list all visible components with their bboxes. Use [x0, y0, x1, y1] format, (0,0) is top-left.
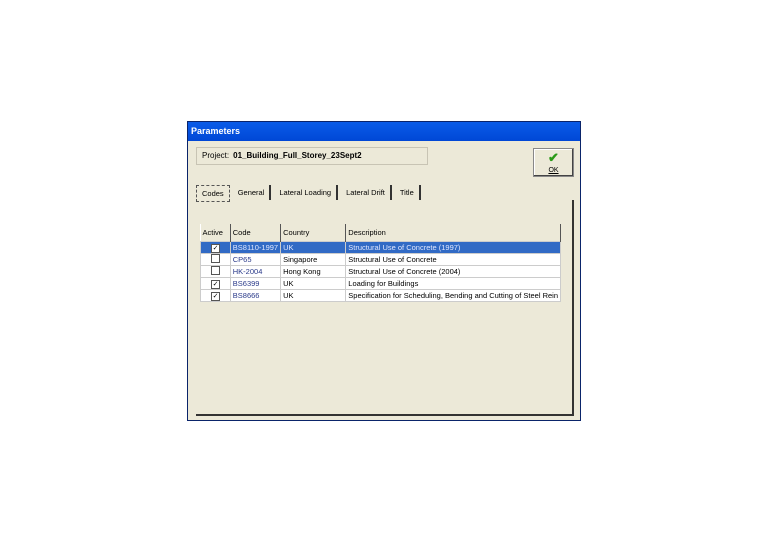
country-cell: UK: [280, 289, 347, 302]
ok-label: OK: [548, 167, 559, 174]
header-active[interactable]: Active: [200, 224, 231, 242]
country-cell: UK: [280, 277, 347, 290]
active-cell: [200, 253, 231, 266]
code-cell: BS8110-1997: [229, 241, 282, 254]
active-checkbox[interactable]: [211, 254, 220, 263]
header-code[interactable]: Code: [230, 224, 282, 242]
tab-lateral-drift[interactable]: Lateral Drift: [341, 185, 392, 200]
project-name: 01_Building_Full_Storey_23Sept2: [233, 151, 362, 160]
table-row[interactable]: ✓ BS8110-1997 UK Structural Use of Concr…: [200, 241, 561, 254]
active-checkbox[interactable]: [211, 266, 220, 275]
project-label: Project:: [202, 151, 230, 160]
country-cell: UK: [280, 241, 347, 254]
tab-title[interactable]: Title: [395, 185, 421, 200]
code-cell: HK-2004: [229, 265, 282, 278]
active-cell: [200, 265, 231, 278]
ok-button[interactable]: ✔ OK: [533, 148, 574, 177]
active-cell: ✓: [200, 289, 231, 302]
table-row[interactable]: ✓ BS8666 UK Specification for Scheduling…: [200, 289, 561, 302]
header-description[interactable]: Description: [345, 224, 561, 242]
codes-panel: Active Code Country Description ✓ BS8110…: [196, 200, 574, 416]
codes-table: Active Code Country Description ✓ BS8110…: [200, 224, 561, 302]
code-cell: CP65: [229, 253, 282, 266]
description-cell: Loading for Buildings: [345, 277, 561, 290]
active-checkbox[interactable]: ✓: [211, 243, 220, 253]
code-cell: BS8666: [229, 289, 282, 302]
tab-general[interactable]: General: [233, 185, 272, 200]
checkmark-icon: ✔: [548, 150, 559, 165]
parameters-dialog: Parameters Project: 01_Building_Full_Stor…: [187, 121, 581, 421]
table-row[interactable]: HK-2004 Hong Kong Structural Use of Conc…: [200, 265, 561, 278]
country-cell: Singapore: [280, 253, 347, 266]
project-box: Project: 01_Building_Full_Storey_23Sept2: [196, 147, 428, 165]
description-cell: Specification for Scheduling, Bending an…: [345, 289, 561, 302]
table-row[interactable]: CP65 Singapore Structural Use of Concret…: [200, 253, 561, 266]
table-row[interactable]: ✓ BS6399 UK Loading for Buildings: [200, 277, 561, 290]
description-cell: Structural Use of Concrete (1997): [345, 241, 561, 254]
active-cell: ✓: [200, 277, 231, 290]
header-country[interactable]: Country: [280, 224, 347, 242]
tab-lateral-loading[interactable]: Lateral Loading: [274, 185, 339, 200]
active-checkbox[interactable]: ✓: [211, 279, 220, 289]
title-bar: Parameters: [188, 122, 580, 141]
code-cell: BS6399: [229, 277, 282, 290]
active-checkbox[interactable]: ✓: [211, 291, 220, 301]
country-cell: Hong Kong: [280, 265, 347, 278]
description-cell: Structural Use of Concrete: [345, 253, 561, 266]
active-cell: ✓: [200, 241, 231, 254]
description-cell: Structural Use of Concrete (2004): [345, 265, 561, 278]
